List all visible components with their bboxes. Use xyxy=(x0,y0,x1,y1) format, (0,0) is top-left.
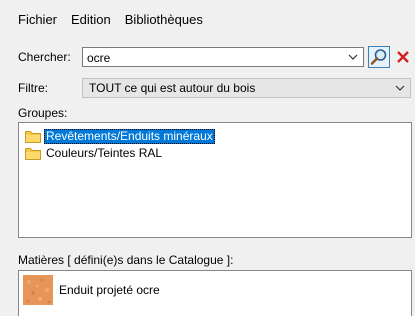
search-input[interactable] xyxy=(87,50,337,65)
group-item-revetements[interactable]: Revêtements/Enduits minéraux xyxy=(25,128,215,144)
clear-button[interactable] xyxy=(393,46,413,68)
filter-label: Filtre: xyxy=(18,81,48,95)
chevron-down-icon xyxy=(395,85,405,91)
materials-list[interactable]: Enduit projeté ocre xyxy=(18,270,412,316)
magnifier-icon xyxy=(370,49,387,65)
folder-icon xyxy=(25,147,41,160)
group-item-label: Couleurs/Teintes RAL xyxy=(46,145,163,160)
search-combobox[interactable] xyxy=(82,47,364,67)
menu-edition[interactable]: Edition xyxy=(71,12,111,27)
chevron-down-icon[interactable] xyxy=(347,50,359,64)
groups-label: Groupes: xyxy=(18,106,68,120)
group-item-label: Revêtements/Enduits minéraux xyxy=(44,128,215,144)
close-x-icon xyxy=(397,51,409,63)
menu-bibliotheques[interactable]: Bibliothèques xyxy=(125,12,203,27)
filter-row: Filtre: TOUT ce qui est autour du bois xyxy=(18,78,412,100)
search-row: Chercher: xyxy=(18,46,413,69)
material-swatch xyxy=(23,275,53,305)
menu-bar: Fichier Edition Bibliothèques xyxy=(0,8,415,30)
material-item[interactable]: Enduit projeté ocre xyxy=(23,275,160,305)
search-button[interactable] xyxy=(368,46,390,68)
folder-icon xyxy=(25,130,41,143)
material-browser-window: Fichier Edition Bibliothèques Chercher: xyxy=(0,0,415,316)
materials-label: Matières [ défini(e)s dans le Catalogue … xyxy=(18,253,234,267)
groups-list[interactable]: Revêtements/Enduits minéraux Couleurs/Te… xyxy=(18,122,412,238)
menu-fichier[interactable]: Fichier xyxy=(18,12,57,27)
filter-selected-value: TOUT ce qui est autour du bois xyxy=(89,81,256,95)
material-item-label: Enduit projeté ocre xyxy=(59,283,160,297)
search-label: Chercher: xyxy=(18,50,71,64)
group-item-couleurs[interactable]: Couleurs/Teintes RAL xyxy=(25,145,164,161)
filter-dropdown[interactable]: TOUT ce qui est autour du bois xyxy=(82,78,411,98)
